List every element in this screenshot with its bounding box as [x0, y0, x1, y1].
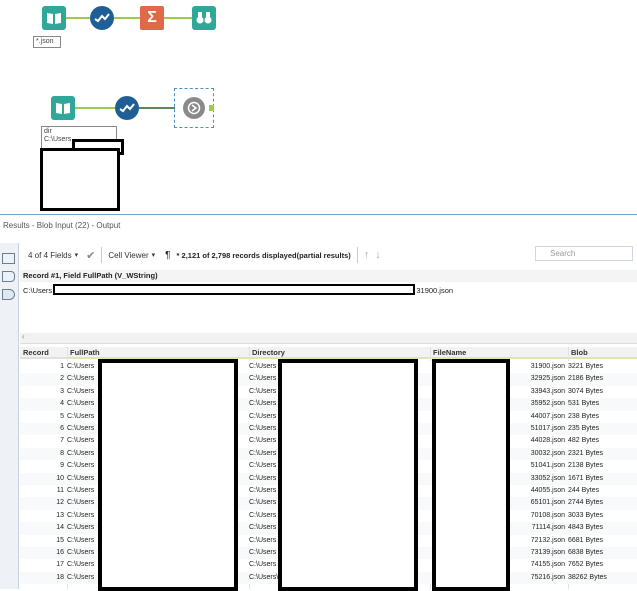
blob-cell[interactable]: 238 Bytes [568, 411, 636, 423]
record-number[interactable]: 1 [36, 361, 64, 373]
blob-input-tool-selected[interactable] [174, 88, 214, 128]
sigma-icon: Σ [147, 9, 157, 26]
redaction-box [98, 359, 238, 591]
metadata-view-icon[interactable] [2, 271, 15, 282]
col-header-directory[interactable]: Directory [249, 347, 430, 359]
directory-input-tool[interactable] [42, 6, 66, 30]
blob-cell[interactable]: 3074 Bytes [568, 386, 636, 398]
chevron-left-icon[interactable]: ‹ [22, 332, 25, 341]
blob-cell[interactable]: 2138 Bytes [568, 460, 636, 472]
results-grid[interactable]: Record FullPath Directory FileName Blob … [20, 347, 637, 591]
blob-cell[interactable]: 1671 Bytes [568, 473, 636, 485]
redaction-box [53, 284, 415, 295]
record-number[interactable]: 10 [36, 473, 64, 485]
dir-annotation-line1: dir [44, 128, 52, 135]
json-annotation: *.json [33, 36, 61, 48]
blob-cell[interactable]: 2321 Bytes [568, 448, 636, 460]
blob-cell[interactable]: 2744 Bytes [568, 497, 636, 509]
data-view-icon[interactable] [2, 289, 15, 300]
search-input[interactable]: Search [535, 246, 633, 261]
blob-cell[interactable]: 244 Bytes [568, 485, 636, 497]
blob-cell[interactable]: 3221 Bytes [568, 361, 636, 373]
cell-viewer-dropdown[interactable]: Cell Viewer ▾ [108, 251, 155, 260]
col-header-filename[interactable]: FileName [430, 347, 568, 359]
workflow-canvas[interactable]: Σ *.json dir C:\Users [0, 0, 637, 214]
blob-cell[interactable]: 6838 Bytes [568, 547, 636, 559]
record-number[interactable]: 15 [36, 535, 64, 547]
blob-cell[interactable]: 235 Bytes [568, 423, 636, 435]
blob-cell[interactable]: 482 Bytes [568, 435, 636, 447]
results-toolbar: 4 of 4 Fields ▾ ✔ Cell Viewer ▾ ¶ * 2,12… [20, 243, 637, 267]
book-icon [56, 103, 70, 114]
fields-dropdown[interactable]: 4 of 4 Fields ▾ [28, 251, 78, 260]
blob-cell[interactable]: 2186 Bytes [568, 373, 636, 385]
summarize-tool[interactable]: Σ [140, 6, 164, 30]
cell-viewer-label: Cell Viewer [108, 250, 149, 260]
record-value-prefix: C:\Users [23, 286, 53, 295]
record-number[interactable]: 5 [36, 411, 64, 423]
record-number[interactable]: 13 [36, 510, 64, 522]
checkmark-icon[interactable]: ✔ [86, 249, 95, 262]
redaction-box [432, 359, 510, 591]
record-value-suffix: 31900.json [416, 286, 454, 295]
blob-cell[interactable]: 6681 Bytes [568, 535, 636, 547]
record-number[interactable]: 16 [36, 547, 64, 559]
chevron-down-icon: ▾ [151, 252, 156, 259]
blob-input-tool[interactable] [183, 97, 205, 119]
record-number[interactable]: 2 [36, 373, 64, 385]
record-number[interactable]: 8 [36, 448, 64, 460]
col-header-blob[interactable]: Blob [568, 347, 637, 359]
col-header-record[interactable]: Record [20, 347, 67, 359]
record-header: Record #1, Field FullPath (V_WString) [20, 270, 637, 282]
results-title: Results - Blob Input (22) - Output [0, 215, 637, 239]
record-number[interactable]: 9 [36, 460, 64, 472]
check-wave-icon [119, 103, 135, 113]
results-sidebar [0, 243, 19, 589]
fields-label: 4 of 4 Fields [28, 250, 72, 260]
col-header-fullpath[interactable]: FullPath [67, 347, 249, 359]
select-tool[interactable] [90, 6, 114, 30]
records-info: * 2,121 of 2,798 records displayed(parti… [176, 250, 351, 260]
record-number[interactable]: 3 [36, 386, 64, 398]
blob-cell[interactable]: 4843 Bytes [568, 522, 636, 534]
blob-cell[interactable]: 3033 Bytes [568, 510, 636, 522]
check-wave-icon [94, 13, 110, 23]
blob-cell[interactable]: 7652 Bytes [568, 559, 636, 571]
chevron-down-icon: ▾ [74, 252, 79, 259]
browse-tool[interactable] [192, 6, 216, 30]
record-number[interactable]: 14 [36, 522, 64, 534]
redaction-box [278, 359, 418, 591]
horizontal-scrollbar[interactable]: ‹ [20, 332, 637, 343]
blob-icon [187, 101, 201, 115]
record-number[interactable]: 12 [36, 497, 64, 509]
record-number[interactable]: 18 [36, 572, 64, 584]
redaction-box [40, 148, 120, 211]
arrow-down-icon[interactable]: ↓ [375, 249, 381, 261]
table-view-icon[interactable] [2, 253, 15, 264]
record-number[interactable]: 6 [36, 423, 64, 435]
directory-input-tool-2[interactable] [51, 96, 75, 120]
results-pane: Results - Blob Input (22) - Output 4 of … [0, 214, 637, 591]
record-number[interactable]: 4 [36, 398, 64, 410]
select-tool-2[interactable] [115, 96, 139, 120]
record-number[interactable]: 17 [36, 559, 64, 571]
pilcrow-icon[interactable]: ¶ [165, 250, 170, 261]
book-icon [47, 13, 61, 24]
blob-cell[interactable]: 38262 Bytes [568, 572, 636, 584]
binoculars-icon [196, 12, 212, 24]
blob-cell[interactable]: 531 Bytes [568, 398, 636, 410]
arrow-up-icon[interactable]: ↑ [364, 249, 370, 261]
record-number[interactable]: 7 [36, 435, 64, 447]
record-number[interactable]: 11 [36, 485, 64, 497]
